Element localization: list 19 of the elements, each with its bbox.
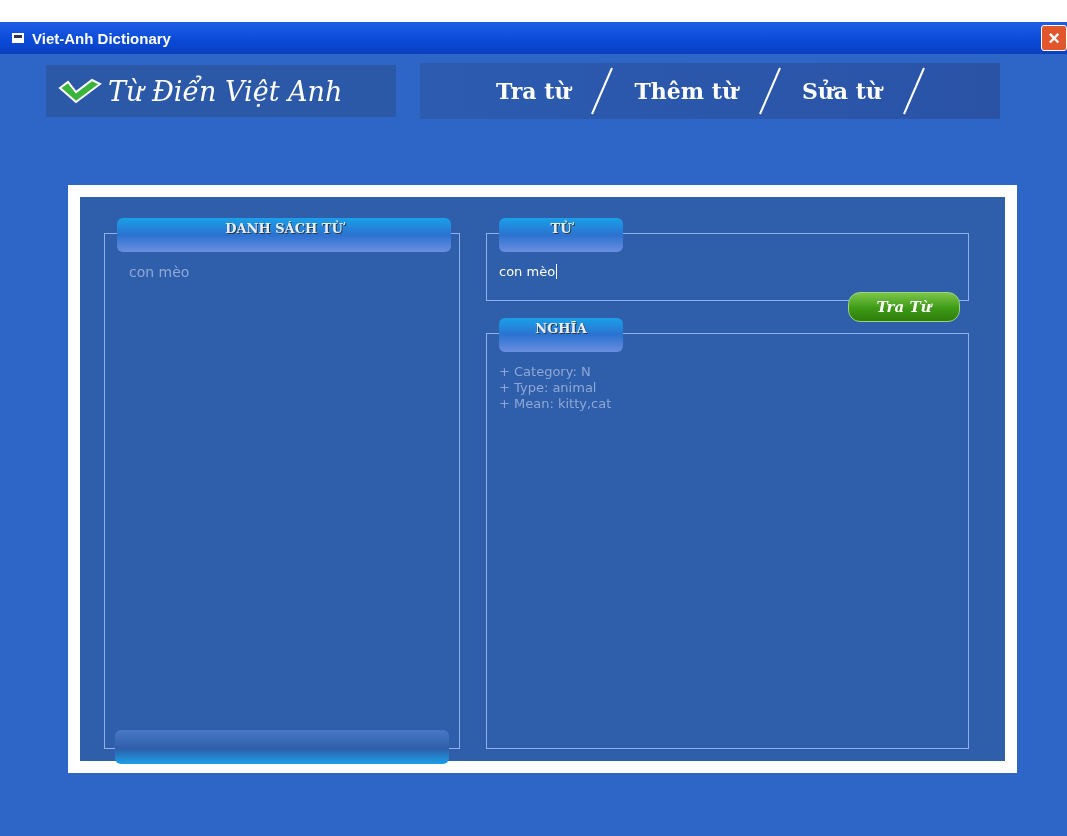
word-input-field[interactable]: con mèo [499,264,558,279]
tab-separator [757,66,782,116]
section-heading: TỪ [499,218,623,252]
meaning-line: + Mean: kitty,cat [499,396,613,412]
tab[interactable]: Sửa từ [795,78,888,104]
section-heading: NGHĨA [499,318,623,352]
tab[interactable]: Thêm từ [628,78,744,104]
tab-separator [590,66,615,116]
logo-text: Từ Điển Việt Anh [108,75,343,107]
meaning-line: + Category: N [499,364,592,380]
tab-separator [901,66,926,116]
window-title: Viet-Anh Dictionary [32,29,171,47]
section-heading: DANH SÁCH TỪ [117,218,451,252]
lookup-button[interactable]: Tra Từ [848,292,960,322]
tab[interactable]: Tra từ [490,78,577,104]
meaning-line: + Type: animal [499,380,598,396]
close-button[interactable]: × [1041,25,1067,51]
logo-icon [58,78,102,104]
window-icon [12,33,24,43]
